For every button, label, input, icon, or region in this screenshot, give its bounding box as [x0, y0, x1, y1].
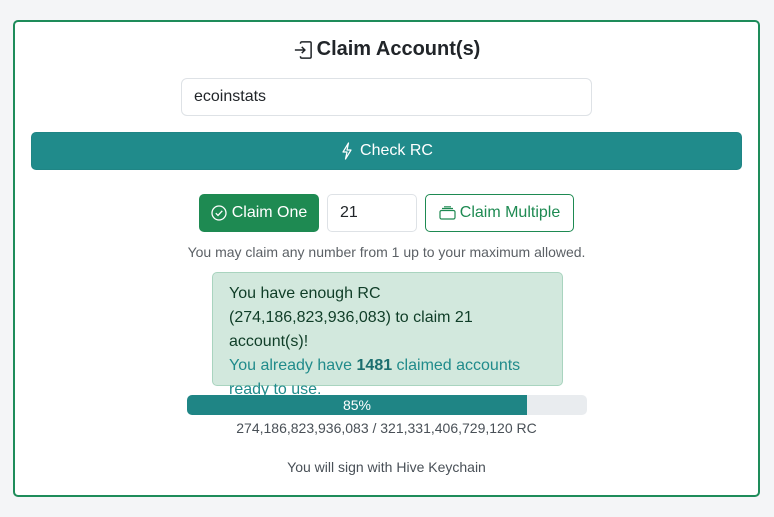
rc-enough-message: You have enough RC (274,186,823,936,083)…: [229, 285, 473, 350]
claim-account-card: Claim Account(s) Check RC Claim One Clai…: [13, 20, 760, 497]
stack-icon: [439, 206, 456, 220]
claimed-prefix: You already have: [229, 357, 357, 374]
rc-progress-fill: 85%: [187, 395, 527, 415]
claim-multiple-label: Claim Multiple: [459, 204, 561, 221]
claim-hint-text: You may claim any number from 1 up to yo…: [187, 244, 586, 260]
login-icon: [294, 40, 312, 59]
keychain-sign-note: You will sign with Hive Keychain: [287, 459, 486, 475]
account-name-input[interactable]: [181, 78, 592, 116]
rc-progress-bar: 85%: [187, 395, 587, 415]
page-title: Claim Account(s): [15, 38, 758, 61]
check-circle-icon: [211, 205, 227, 221]
claim-multiple-button[interactable]: Claim Multiple: [425, 194, 574, 232]
rc-total-text: 274,186,823,936,083 / 321,331,406,729,12…: [236, 420, 537, 436]
claim-controls: Claim One Claim Multiple: [15, 194, 758, 232]
rc-status-alert: You have enough RC (274,186,823,936,083)…: [212, 272, 563, 398]
page-title-text: Claim Account(s): [316, 38, 481, 60]
claim-one-button[interactable]: Claim One: [199, 194, 319, 232]
lightning-icon: [342, 142, 352, 160]
claim-quantity-input[interactable]: [327, 194, 417, 232]
claimed-count: 1481: [356, 357, 393, 374]
check-rc-label: Check RC: [360, 142, 433, 159]
claim-one-label: Claim One: [231, 204, 308, 221]
check-rc-button[interactable]: Check RC: [31, 132, 742, 170]
